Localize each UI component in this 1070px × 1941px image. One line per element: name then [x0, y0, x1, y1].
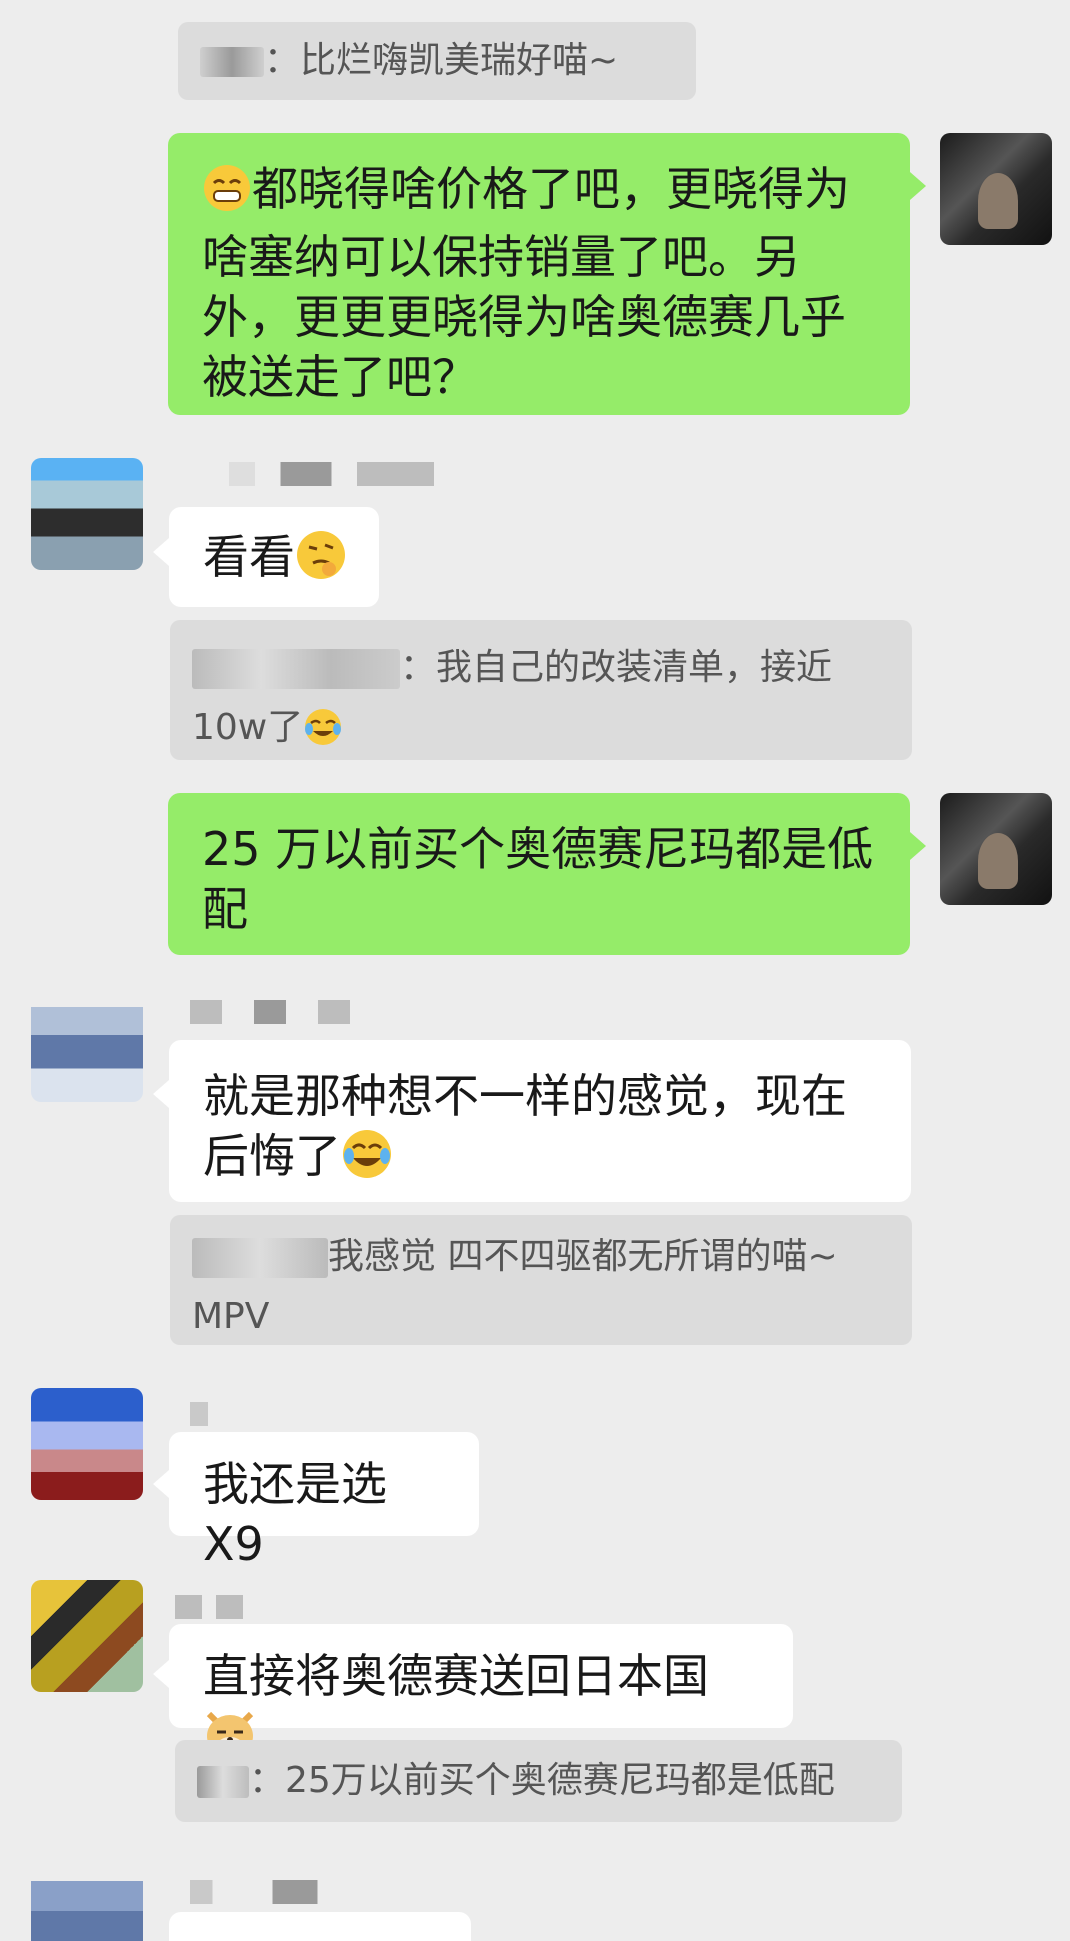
bubble-tail: [910, 832, 926, 860]
quote-block[interactable]: ：我自己的改装清单，接近10w了: [170, 620, 912, 760]
bubble-tail: [153, 538, 169, 566]
sender-name-blurred: [190, 1880, 340, 1904]
contact-avatar[interactable]: [31, 458, 143, 570]
blurred-name: [192, 649, 400, 689]
sender-name-blurred: [190, 1000, 350, 1024]
bubble-tail: [910, 172, 926, 200]
sender-name-blurred: [178, 462, 434, 486]
quote-block[interactable]: 我感觉 四不四驱都无所谓的喵~ MPV: [170, 1215, 912, 1345]
quote-text: ：25万以前买个奥德赛尼玛都是低配: [249, 1760, 835, 1801]
message-text: 直接将奥德赛送回日本国: [203, 1649, 709, 1703]
blurred-name: [192, 1238, 328, 1278]
contact-message-bubble[interactable]: 我还是选 X9: [169, 1432, 479, 1571]
contact-avatar[interactable]: [31, 990, 143, 1102]
contact-avatar[interactable]: [31, 1866, 143, 1941]
contact-avatar[interactable]: [31, 1580, 143, 1692]
contact-message-bubble[interactable]: 直接将奥德赛送回日本国: [169, 1624, 793, 1757]
message-text: 25 万以前买个奥德赛尼玛都是低配: [202, 822, 874, 936]
message-text: 都晓得啥价格了吧，更晓得为啥塞纳可以保持销量了吧。另外，更更更晓得为啥奥德赛几乎…: [202, 162, 850, 404]
sender-name-blurred: [190, 1402, 208, 1426]
laugh-cry-emoji: [303, 706, 343, 766]
my-avatar[interactable]: [940, 793, 1052, 905]
message-text: 就是那种想不一样的感觉，现在后悔了: [203, 1069, 847, 1183]
my-avatar[interactable]: [940, 133, 1052, 245]
contact-message-bubble[interactable]: 看看: [169, 507, 379, 607]
bubble-tail: [153, 1660, 169, 1688]
contact-message-bubble[interactable]: [169, 1912, 471, 1941]
blurred-name: [197, 1766, 249, 1798]
avatar-figure: [978, 173, 1018, 229]
my-message-bubble[interactable]: 都晓得啥价格了吧，更晓得为啥塞纳可以保持销量了吧。另外，更更更晓得为啥奥德赛几乎…: [168, 133, 910, 415]
tears-of-joy-emoji: [341, 1128, 393, 1194]
my-message-bubble[interactable]: 25 万以前买个奥德赛尼玛都是低配: [168, 793, 910, 955]
quote-block[interactable]: ：比烂嗨凯美瑞好喵~: [178, 22, 696, 100]
message-text: 看看: [203, 530, 295, 584]
quote-block[interactable]: ：25万以前买个奥德赛尼玛都是低配: [175, 1740, 902, 1822]
blurred-name: [200, 47, 264, 77]
avatar-figure: [978, 833, 1018, 889]
contact-message-bubble[interactable]: 就是那种想不一样的感觉，现在后悔了: [169, 1040, 911, 1202]
sender-name-blurred: [175, 1595, 243, 1619]
bubble-tail: [153, 1470, 169, 1498]
contact-avatar[interactable]: [31, 1388, 143, 1500]
bubble-tail: [153, 1080, 169, 1108]
thinking-emoji: [295, 529, 347, 595]
grin-emoji: [202, 163, 252, 227]
message-text: 我还是选 X9: [203, 1457, 387, 1571]
quote-text: ：比烂嗨凯美瑞好喵~: [264, 40, 619, 81]
